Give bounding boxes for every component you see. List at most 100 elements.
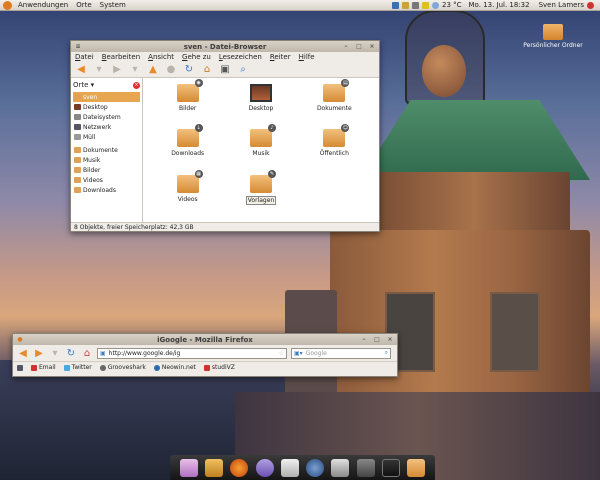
bookmark-neowin[interactable]: Neowin.net [153,364,196,371]
dock-bird-icon[interactable] [356,458,375,477]
places-sidebar: Orte ▾ × sven Desktop Dateisystem Netzwe… [71,78,143,222]
dock-settings-icon[interactable] [179,458,198,477]
dock [170,455,435,480]
bookmark-email[interactable]: Email [31,364,56,371]
desktop-folder-icon [249,84,272,102]
url-bar[interactable]: ▣ http://www.google.de/ig ☆ [97,347,287,359]
file-item-downloads[interactable]: ↓ Downloads [151,124,224,172]
menu-applications[interactable]: Anwendungen [14,0,72,11]
dock-editor-icon[interactable] [331,458,350,477]
bookmark-star-icon[interactable]: ☆ [279,350,286,357]
file-item-bilder[interactable]: ◉ Bilder [151,79,224,127]
file-item-oeffentlich[interactable]: ☺ Öffentlich [298,124,371,172]
bookmark-twitter[interactable]: Twitter [63,364,92,371]
dock-mail-icon[interactable] [280,458,299,477]
sidebar-item-videos[interactable]: Videos [73,175,140,185]
file-item-musik[interactable]: ♪ Musik [224,124,297,172]
file-browser-toolbar: ◀ ▾ ▶ ▾ ▲ ● ↻ ⌂ ▣ ⌕ [71,62,379,78]
notes-icon[interactable] [421,1,429,9]
bookmarks-menu-icon[interactable] [17,364,23,371]
user-menu[interactable]: Sven Lamers [539,1,584,9]
sidebar-item-documents[interactable]: Dokumente [73,145,140,155]
folder-icon [74,167,81,173]
sidebar-item-pictures[interactable]: Bilder [73,165,140,175]
dropdown-icon[interactable]: ▾ [93,64,105,75]
search-bar[interactable]: ▣▾ Google ⌕ [291,347,391,359]
volume-icon[interactable] [411,1,419,9]
file-browser-titlebar[interactable]: ≡ sven - Datei-Browser – □ × [71,41,379,52]
navigation-toolbar: ◀ ▶ ▾ ↻ ⌂ ▣ http://www.google.de/ig ☆ ▣▾… [13,345,397,361]
file-item-desktop[interactable]: Desktop [224,82,297,127]
menu-file[interactable]: Datei [75,53,94,61]
sidebar-item-label: Müll [83,133,96,141]
home-icon[interactable]: ⌂ [201,64,213,75]
file-item-label: Musik [252,150,270,158]
network-icon[interactable] [391,1,399,9]
menu-system[interactable]: System [96,0,130,11]
window-title: iGoogle - Mozilla Firefox [157,335,253,344]
temperature-label[interactable]: 23 °C [442,1,462,9]
status-bar: 8 Objekte, freier Speicherplatz: 42,3 GB [71,222,379,231]
bookmark-grooveshark[interactable]: Grooveshark [99,364,146,371]
ubuntu-logo-icon[interactable] [3,0,12,10]
forward-arrow-icon[interactable]: ▶ [33,348,45,359]
sidebar-item-filesystem[interactable]: Dateisystem [73,112,140,122]
computer-icon[interactable]: ▣ [219,64,231,75]
menu-edit[interactable]: Bearbeiten [102,53,140,61]
sidebar-item-downloads[interactable]: Downloads [73,185,140,195]
reload-icon[interactable]: ↻ [183,64,195,75]
search-engine-icon[interactable]: ▣▾ [294,350,303,357]
dock-folder-icon[interactable] [407,458,426,477]
sidebar-item-trash[interactable]: Müll [73,132,140,142]
clock[interactable]: Mo. 13. Jul. 18:32 [469,1,530,9]
home-icon[interactable]: ⌂ [81,348,93,359]
menu-go[interactable]: Gehe zu [182,53,211,61]
close-sidebar-icon[interactable]: × [133,81,140,89]
menu-bookmarks[interactable]: Lesezeichen [219,53,262,61]
mail-icon[interactable] [401,1,409,9]
file-item-dokumente[interactable]: ▤ Dokumente [298,79,371,127]
file-item-videos[interactable]: ▦ Videos [151,169,224,218]
sidebar-places-selector[interactable]: Orte ▾ [73,81,94,89]
bookmark-label: Grooveshark [107,364,146,371]
reload-icon[interactable]: ↻ [65,348,77,359]
search-icon[interactable]: ⌕ [385,349,390,357]
stop-icon[interactable]: ● [165,64,177,75]
dock-firefox-icon[interactable] [230,458,249,477]
menu-help[interactable]: Hilfe [299,53,315,61]
menu-places[interactable]: Orte [72,0,95,11]
search-icon[interactable]: ⌕ [237,64,249,75]
up-arrow-icon[interactable]: ▲ [147,64,159,75]
music-emblem-icon: ♪ [267,124,276,133]
firefox-titlebar[interactable]: ● iGoogle - Mozilla Firefox – □ × [13,334,397,345]
desktop-home-folder[interactable]: Persönlicher Ordner [522,24,584,49]
sidebar-item-label: Dateisystem [83,113,121,121]
sidebar-item-sven[interactable]: sven [73,92,140,102]
dropdown-icon[interactable]: ▾ [129,64,141,75]
bookmark-studivz[interactable]: studiVZ [203,364,235,371]
power-icon[interactable] [587,1,594,9]
file-item-vorlagen[interactable]: ✎ Vorlagen [224,169,297,218]
sidebar-item-label: Dokumente [83,146,118,154]
home-folder-icon [543,24,563,40]
weather-icon[interactable] [431,1,439,9]
menu-view[interactable]: Ansicht [148,53,174,61]
dock-terminal-icon[interactable] [382,458,401,477]
back-arrow-icon[interactable]: ◀ [17,348,29,359]
sidebar-item-desktop[interactable]: Desktop [73,102,140,112]
folder-icon: ◉ [176,79,203,102]
forward-arrow-icon[interactable]: ▶ [111,64,123,75]
sidebar-item-network[interactable]: Netzwerk [73,122,140,132]
bookmarks-toolbar: Email Twitter Grooveshark Neowin.net stu… [13,361,397,373]
sidebar-item-label: Desktop [83,103,108,111]
dock-notes-icon[interactable] [204,458,223,477]
folder-icon: ▤ [323,79,350,102]
dock-pidgin-icon[interactable] [255,458,274,477]
sidebar-item-music[interactable]: Musik [73,155,140,165]
google-favicon-icon: ▣ [100,349,106,357]
back-arrow-icon[interactable]: ◀ [75,64,87,75]
dropdown-icon[interactable]: ▾ [49,348,61,359]
menu-tabs[interactable]: Reiter [270,53,291,61]
dock-music-icon[interactable] [306,458,325,477]
url-text: http://www.google.de/ig [108,349,181,357]
